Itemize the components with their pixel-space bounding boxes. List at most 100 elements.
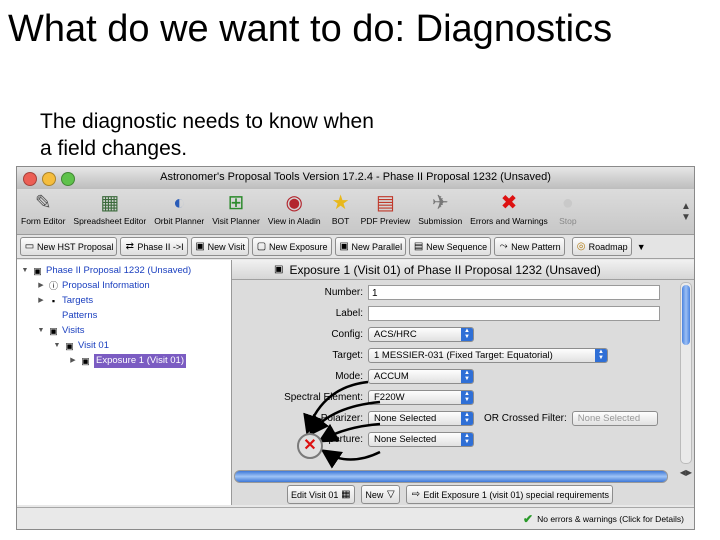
toolbar-overflow-icon[interactable]: ▲ ▼ [678,189,694,234]
new-exposure-label: New Exposure [269,241,328,252]
view-in-aladin-button[interactable]: ◉ View in Aladin [264,189,325,234]
proposal-tree: ▼ ▣ Phase II Proposal 1232 (Unsaved) ▶ ⓘ… [17,260,232,505]
phase-ii-to-i-label: Phase II ->I [137,241,184,252]
orbit-planner-button[interactable]: ◐ Orbit Planner [150,189,208,234]
spectral-element-select[interactable]: F220W ▲ ▼ [368,389,474,405]
config-select[interactable]: ACS/HRC ▲ ▼ [368,326,474,342]
bot-star-icon: ★ [331,192,350,214]
disclosure-closed-icon[interactable]: ▶ [69,354,77,368]
pdf-preview-icon: ▤ [375,192,395,214]
phase-ii-to-i-button[interactable]: ⇄ Phase II ->I [120,237,188,256]
new-exposure-button[interactable]: ▢ New Exposure [252,237,332,256]
new-parallel-button[interactable]: ▣ New Parallel [334,237,407,256]
new-menu-button[interactable]: New ▽ [361,485,401,504]
exposure-icon: ▢ [256,241,267,252]
form-editor-button[interactable]: ✎ Form Editor [17,189,69,234]
stop-label: Stop [559,216,577,226]
number-label: Number: [324,286,363,298]
tree-item-patterns[interactable]: Patterns [37,309,97,323]
window-titlebar: Astronomer's Proposal Tools Version 17.2… [17,167,694,190]
tree-item-label: Proposal Information [62,280,150,291]
status-bar: ✔ No errors & warnings (Click for Detail… [17,507,694,529]
disclosure-open-icon[interactable]: ▼ [21,264,29,278]
spreadsheet-editor-button[interactable]: ▦ Spreadsheet Editor [69,189,150,234]
aperture-select[interactable]: None Selected ▲ ▼ [368,431,474,447]
tree-item-visits[interactable]: ▼ ▣ Visits [37,324,85,338]
edit-visit-button[interactable]: Edit Visit 01 ▦ [287,485,356,504]
spectral-element-row: Spectral Element: F220W ▲ ▼ [232,388,474,406]
error-x-icon[interactable]: ✕ [297,433,323,459]
mode-label: Mode: [335,370,363,382]
info-icon: ⓘ [48,280,58,291]
visit-planner-button[interactable]: ⊞ Visit Planner [208,189,264,234]
polarizer-select[interactable]: None Selected ▲ ▼ [368,410,474,426]
horizontal-scrollbar[interactable] [234,470,668,483]
new-sequence-label: New Sequence [426,241,488,252]
tree-item-label: Visit 01 [78,340,109,351]
errors-and-warnings-button[interactable]: ✖ Errors and Warnings [466,189,552,234]
exposure-icon: ▣ [274,263,284,275]
submission-icon: ✈ [431,192,449,214]
scroll-arrows-icon[interactable]: ◀▶ [680,468,692,477]
tree-item-proposal[interactable]: ▼ ▣ Phase II Proposal 1232 (Unsaved) [21,264,192,278]
status-text: No errors & warnings (Click for Details) [537,514,684,524]
visits-icon: ▣ [49,325,58,336]
visit-icon: ▣ [65,340,74,351]
vertical-scrollbar[interactable] [680,282,692,464]
pattern-icon: ⤳ [499,241,508,252]
tree-item-targets[interactable]: ▶ ▪ Targets [37,294,93,308]
label-field[interactable] [368,305,660,321]
status-message[interactable]: ✔ No errors & warnings (Click for Detail… [523,512,684,526]
crossed-filter-select[interactable]: None Selected [571,410,658,426]
exposure-icon: ▣ [81,355,90,366]
label-row: Label: [232,304,660,322]
network-icon[interactable]: ▼ [637,242,646,252]
stepper-arrows-icon: ▲ ▼ [461,411,473,425]
tree-item-visit-01[interactable]: ▼ ▣ Visit 01 [53,339,109,353]
view-in-aladin-label: View in Aladin [267,216,321,226]
checkmark-icon: ✔ [523,512,534,526]
edit-special-requirements-button[interactable]: ⇨ Edit Exposure 1 (visit 01) special requ… [406,485,613,504]
polarizer-label: Polarizer: [320,412,363,424]
stepper-arrows-icon: ▲ ▼ [461,369,473,383]
new-pattern-button[interactable]: ⤳ New Pattern [494,237,565,256]
tree-item-proposal-information[interactable]: ▶ ⓘ Proposal Information [37,279,150,293]
disclosure-open-icon[interactable]: ▼ [37,324,45,338]
disclosure-closed-icon[interactable]: ▶ [37,294,45,308]
number-field[interactable]: 1 [368,284,660,300]
aperture-value: None Selected [374,433,437,445]
new-hst-proposal-button[interactable]: ▭ New HST Proposal [20,237,118,256]
apt-window: Astronomer's Proposal Tools Version 17.2… [16,166,695,530]
bot-button[interactable]: ★ BOT [325,189,357,234]
target-label: Target: [332,349,363,361]
mode-select[interactable]: ACCUM ▲ ▼ [368,368,474,384]
errors-and-warnings-label: Errors and Warnings [470,216,548,226]
roadmap-label: Roadmap [588,241,628,252]
roadmap-button[interactable]: ◎ Roadmap [571,237,632,256]
orbit-planner-label: Orbit Planner [154,216,205,226]
edit-special-requirements-label: Edit Exposure 1 (visit 01) special requi… [423,489,609,500]
targets-icon: ▪ [51,295,56,306]
form-editor-icon: ✎ [34,192,52,214]
sequence-icon: ▤ [413,241,424,252]
target-value: 1 MESSIER-031 (Fixed Target: Equatorial) [374,349,553,361]
target-select[interactable]: 1 MESSIER-031 (Fixed Target: Equatorial)… [368,347,608,363]
disclosure-closed-icon[interactable]: ▶ [37,279,45,293]
stop-button[interactable]: ● Stop [552,189,584,234]
patterns-icon [48,311,59,322]
mode-value: ACCUM [374,370,409,382]
spreadsheet-editor-label: Spreadsheet Editor [73,216,147,226]
new-hst-proposal-label: New HST Proposal [37,241,114,252]
arrow-right-icon: ⇨ [411,489,421,500]
main-toolbar: ✎ Form Editor ▦ Spreadsheet Editor ◐ Orb… [17,189,694,235]
vertical-scroll-thumb[interactable] [682,285,690,345]
pdf-preview-button[interactable]: ▤ PDF Preview [357,189,415,234]
disclosure-open-icon[interactable]: ▼ [53,339,61,353]
polarizer-row: Polarizer: None Selected ▲ ▼ OR Crossed Fi… [232,409,658,427]
tree-item-exposure-1[interactable]: ▶ ▣ Exposure 1 (Visit 01) [69,354,187,368]
submission-button[interactable]: ✈ Submission [414,189,466,234]
new-sequence-button[interactable]: ▤ New Sequence [409,237,492,256]
editor-header-title: Exposure 1 (Visit 01) of Phase II Propos… [289,262,601,277]
new-visit-button[interactable]: ▣ New Visit [190,237,250,256]
slide-body-text: The diagnostic needs to know when a fiel… [40,110,374,160]
